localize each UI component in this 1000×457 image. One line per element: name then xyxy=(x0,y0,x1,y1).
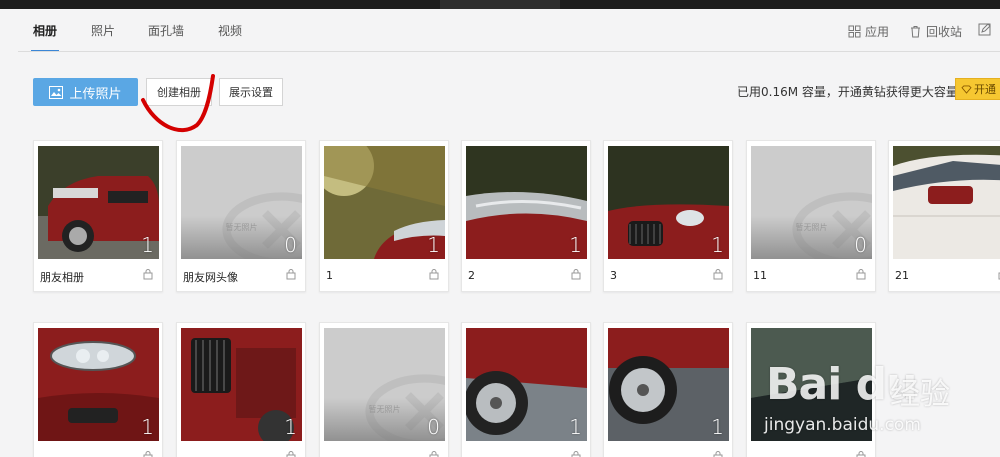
lock-icon xyxy=(571,451,581,457)
lock-icon xyxy=(143,269,153,280)
album-cover[interactable]: 1 xyxy=(38,328,159,441)
album-card[interactable]: 13 xyxy=(603,140,733,292)
no-photo-text: 暂无照片 xyxy=(795,223,828,232)
album-name[interactable]: 11 xyxy=(753,269,767,282)
no-photo-text: 暂无照片 xyxy=(368,405,401,414)
album-cover[interactable]: 暂无照片 0 xyxy=(751,146,872,259)
album-photo-count: 1 xyxy=(427,233,440,257)
upload-label: 上传照片 xyxy=(69,86,122,102)
storage-usage-text: 已用0.16M 容量，开通黄钻获得更大容量 xyxy=(737,85,958,99)
album-cover[interactable]: 1 xyxy=(466,328,587,441)
album-photo-count: 1 xyxy=(711,415,724,439)
top-strip-glow xyxy=(440,0,560,9)
album-photo-count: 1 xyxy=(569,233,582,257)
album-cover[interactable]: 暂无照片 0 xyxy=(181,146,302,259)
lock-icon xyxy=(713,269,723,280)
lock-icon xyxy=(856,269,866,280)
tab-videos[interactable]: 视频 xyxy=(218,22,242,39)
grid-icon xyxy=(848,25,861,38)
upload-photos-button[interactable]: 上传照片 xyxy=(33,78,138,106)
lock-icon xyxy=(286,269,296,280)
album-card[interactable]: 1 xyxy=(603,322,733,457)
diamond-icon xyxy=(961,84,972,94)
album-name[interactable]: 3 xyxy=(610,269,617,282)
album-cover[interactable]: 1 xyxy=(38,146,159,259)
album-cover[interactable]: 暂无照片 0 xyxy=(324,328,445,441)
album-name[interactable]: 2 xyxy=(468,269,475,282)
apps-link[interactable]: 应用 xyxy=(848,23,889,40)
album-photo-count: 1 xyxy=(711,233,724,257)
lock-icon xyxy=(286,451,296,457)
album-card[interactable]: 1 朋友相册 xyxy=(33,140,163,292)
edit-icon xyxy=(978,23,991,36)
lock-icon xyxy=(429,269,439,280)
album-card[interactable]: 1 xyxy=(176,322,306,457)
album-photo-count: 0 xyxy=(284,233,297,257)
lock-icon xyxy=(143,451,153,457)
apps-label: 应用 xyxy=(865,25,890,39)
album-cover[interactable] xyxy=(751,328,872,441)
tab-albums[interactable]: 相册 xyxy=(33,22,57,39)
album-photo-count: 1 xyxy=(141,415,154,439)
display-settings-button[interactable]: 展示设置 xyxy=(219,78,283,106)
edit-link[interactable] xyxy=(978,23,991,36)
album-name[interactable]: 1 xyxy=(326,269,333,282)
watermark-cn-text: 经验 xyxy=(890,377,950,412)
recycle-bin-link[interactable]: 回收站 xyxy=(909,23,962,40)
lock-icon xyxy=(713,451,723,457)
lock-icon xyxy=(571,269,581,280)
album-card[interactable]: 12 xyxy=(461,140,591,292)
album-name[interactable]: 朋友网头像 xyxy=(183,269,238,285)
album-photo-count: 1 xyxy=(569,415,582,439)
album-name[interactable]: 朋友相册 xyxy=(40,269,84,285)
trash-icon xyxy=(911,26,920,38)
album-card[interactable]: 1 xyxy=(33,322,163,457)
album-cover[interactable]: 1 xyxy=(324,146,445,259)
lock-icon xyxy=(856,451,866,457)
album-nav: 相册 照片 面孔墙 视频 应用 回收站 xyxy=(0,9,1000,53)
no-photo-text: 暂无照片 xyxy=(225,223,258,232)
create-album-button[interactable]: 创建相册 xyxy=(146,78,212,106)
album-toolbar: 上传照片 创建相册 展示设置 已用0.16M 容量，开通黄钻获得更大容量 开通 xyxy=(0,69,1000,109)
lock-icon xyxy=(429,451,439,457)
tab-photos[interactable]: 照片 xyxy=(91,22,115,39)
album-card[interactable]: 暂无照片 0 xyxy=(319,322,449,457)
album-card[interactable] xyxy=(746,322,876,457)
album-card[interactable]: 暂无照片 0 11 xyxy=(746,140,876,292)
album-name[interactable]: 21 xyxy=(895,269,909,282)
album-cover[interactable]: 1 xyxy=(608,146,729,259)
album-cover[interactable]: 1 xyxy=(181,328,302,441)
album-photo-count: 0 xyxy=(854,233,867,257)
open-yellow-diamond-button[interactable]: 开通 xyxy=(955,78,1000,100)
album-card[interactable]: 11 xyxy=(319,140,449,292)
album-card[interactable]: 暂无照片 0 朋友网头像 xyxy=(176,140,306,292)
image-upload-icon xyxy=(49,85,64,99)
album-cover[interactable]: 1 xyxy=(608,328,729,441)
album-photo-count: 1 xyxy=(141,233,154,257)
browser-top-strip xyxy=(0,0,1000,9)
album-card[interactable]: 1 xyxy=(461,322,591,457)
album-cover[interactable]: 1 xyxy=(466,146,587,259)
album-cover[interactable] xyxy=(893,146,1000,259)
album-photo-count: 0 xyxy=(427,415,440,439)
recycle-bin-label: 回收站 xyxy=(926,25,963,39)
vip-label: 开通 xyxy=(974,83,996,96)
album-card[interactable]: 21 xyxy=(888,140,1000,292)
nav-divider xyxy=(18,51,1000,52)
album-photo-count: 1 xyxy=(284,415,297,439)
tab-face-wall[interactable]: 面孔墙 xyxy=(148,22,184,39)
